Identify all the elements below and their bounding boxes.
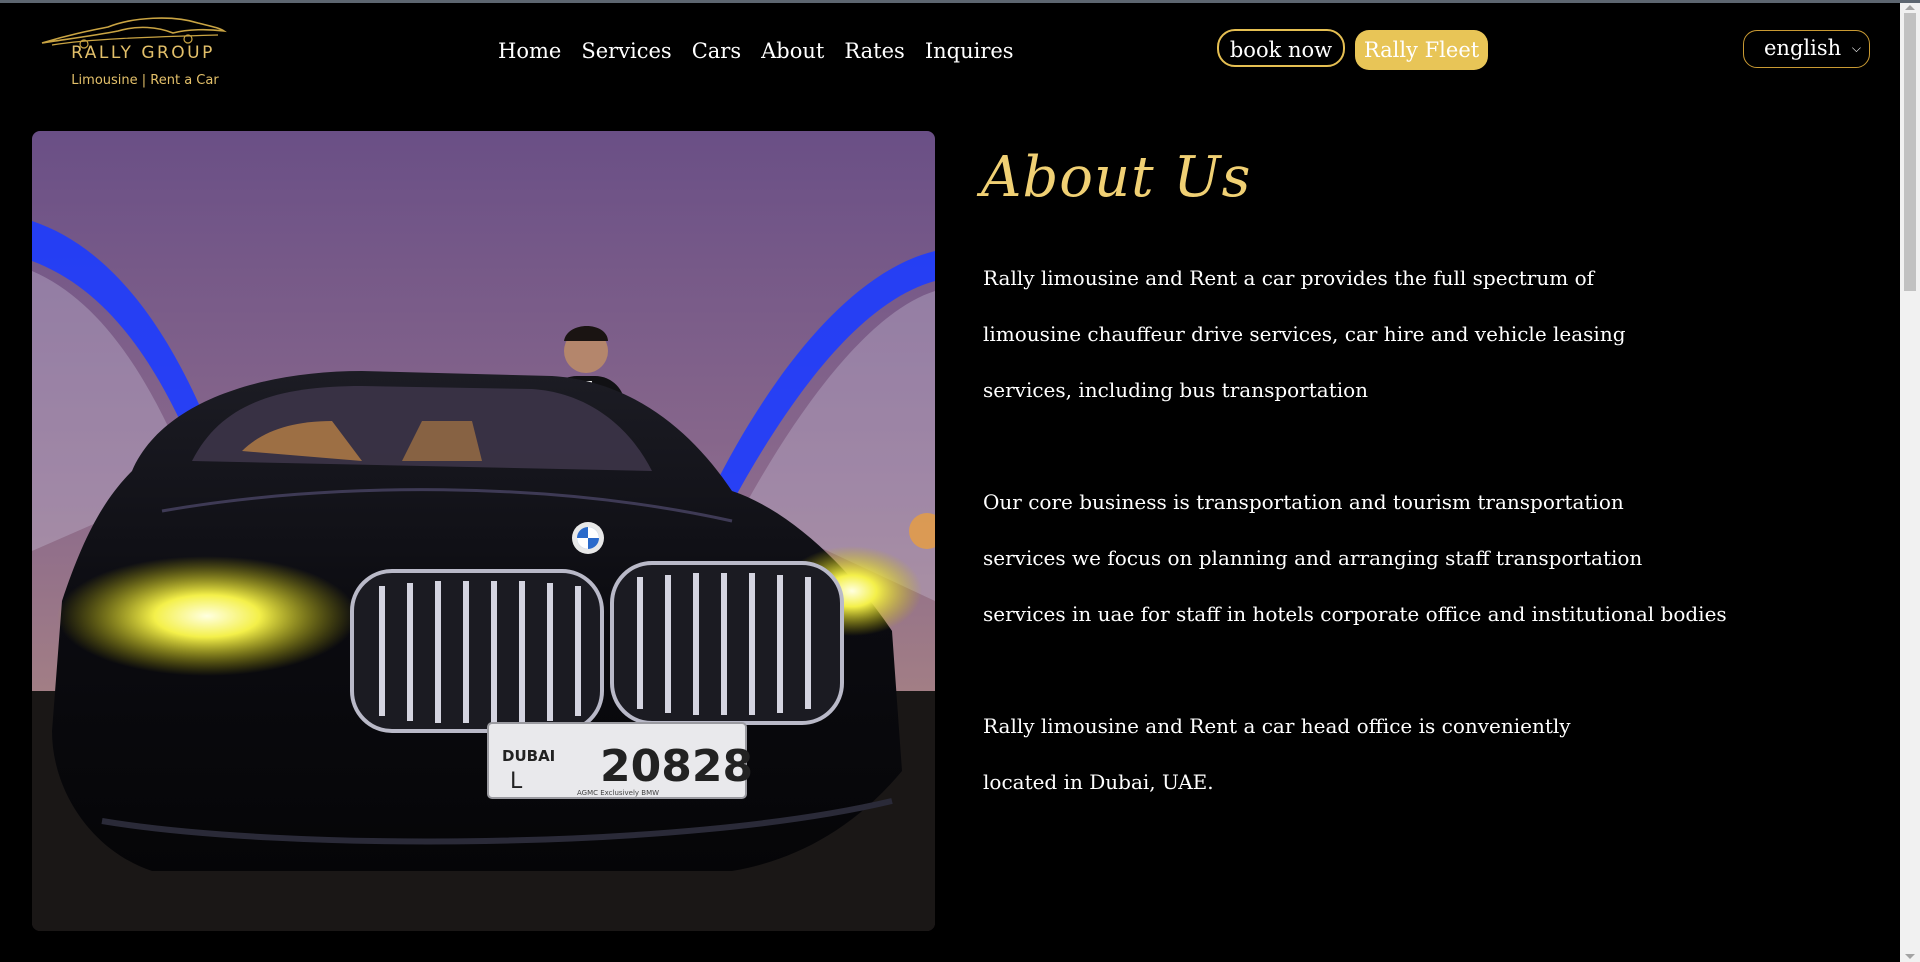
- about-p1-line: Rally limousine and Rent a car provides …: [983, 266, 1595, 290]
- chevron-down-icon: ⌵: [1851, 41, 1861, 55]
- brand-name: RALLY GROUP: [71, 43, 215, 63]
- scroll-down-arrow-icon[interactable]: [1905, 954, 1915, 959]
- about-paragraph-1: Rally limousine and Rent a car provides …: [983, 250, 1683, 418]
- language-select[interactable]: english ⌵: [1743, 30, 1870, 68]
- rally-fleet-button[interactable]: Rally Fleet: [1355, 30, 1488, 70]
- brand-tagline: Limousine | Rent a Car: [71, 73, 219, 88]
- page-scrollbar[interactable]: [1900, 3, 1920, 962]
- book-now-button[interactable]: book now: [1217, 29, 1345, 67]
- about-p3-line: located in Dubai, UAE.: [983, 770, 1214, 794]
- nav-rates[interactable]: Rates: [834, 36, 914, 66]
- site-header: RALLY GROUP Limousine | Rent a Car Home …: [0, 3, 1900, 103]
- car-with-chauffeur-image: DUBAI L 20828 AGMC Exclusively BMW: [32, 131, 935, 931]
- main-nav: Home Services Cars About Rates Inquires: [488, 36, 1024, 66]
- svg-text:AGMC Exclusively BMW: AGMC Exclusively BMW: [577, 789, 659, 797]
- about-p2-line: services we focus on planning and arrang…: [983, 546, 1643, 570]
- about-paragraph-3: Rally limousine and Rent a car head offi…: [983, 698, 1683, 810]
- svg-text:20828: 20828: [600, 741, 753, 792]
- about-p2-line: Our core business is transportation and …: [983, 490, 1624, 514]
- about-p3-line: Rally limousine and Rent a car head offi…: [983, 714, 1571, 738]
- about-p2-line: services in uae for staff in hotels corp…: [983, 602, 1727, 626]
- nav-home[interactable]: Home: [488, 36, 571, 66]
- about-paragraph-2: Our core business is transportation and …: [983, 474, 1727, 642]
- about-title: About Us: [981, 145, 1252, 210]
- nav-about[interactable]: About: [751, 36, 834, 66]
- about-hero-photo: DUBAI L 20828 AGMC Exclusively BMW: [32, 131, 935, 931]
- svg-text:DUBAI: DUBAI: [502, 747, 555, 765]
- about-p1-line: limousine chauffeur drive services, car …: [983, 322, 1626, 346]
- scroll-up-arrow-icon[interactable]: [1905, 5, 1915, 10]
- nav-services[interactable]: Services: [571, 36, 681, 66]
- about-p1-line: services, including bus transportation: [983, 378, 1369, 402]
- brand-logo[interactable]: RALLY GROUP Limousine | Rent a Car: [38, 13, 228, 89]
- svg-text:L: L: [510, 769, 523, 794]
- nav-cars[interactable]: Cars: [682, 36, 751, 66]
- scrollbar-thumb[interactable]: [1904, 13, 1916, 291]
- language-select-value: english: [1764, 36, 1842, 60]
- nav-inquires[interactable]: Inquires: [915, 36, 1024, 66]
